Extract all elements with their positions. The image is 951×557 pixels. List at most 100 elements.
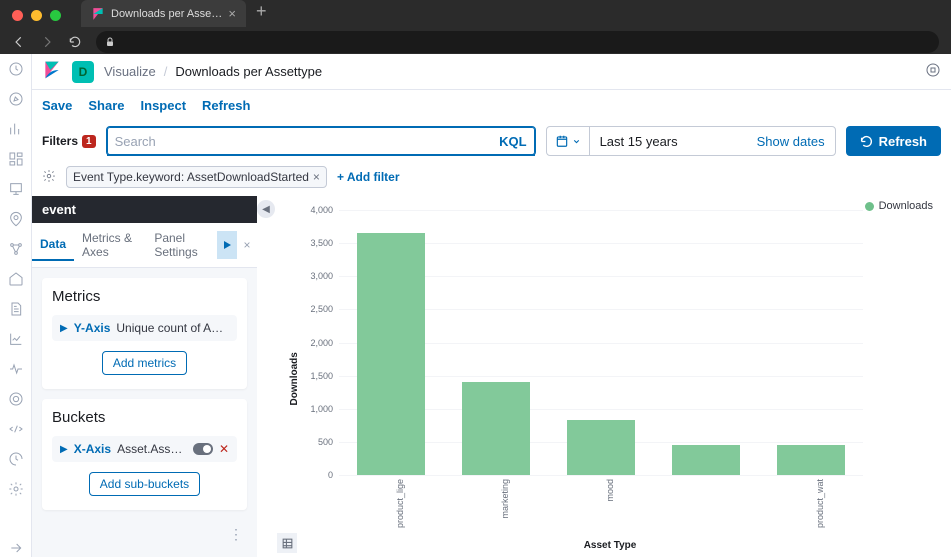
tab-data[interactable]: Data	[32, 229, 74, 261]
chart-bar[interactable]	[462, 382, 530, 475]
buckets-heading: Buckets	[52, 409, 237, 426]
chevron-right-icon: ▶	[60, 323, 68, 334]
maps-icon[interactable]	[7, 210, 25, 228]
infra-icon[interactable]	[7, 270, 25, 288]
maximize-window-icon[interactable]	[50, 10, 61, 21]
tab-panel-settings[interactable]: Panel Settings	[146, 223, 217, 267]
fullscreen-icon[interactable]	[925, 62, 941, 81]
refresh-icon	[860, 135, 873, 148]
chart-bar[interactable]	[777, 445, 845, 475]
search-input[interactable]: Search KQL	[106, 126, 536, 156]
new-tab-icon[interactable]: +	[256, 1, 267, 22]
x-tick-label: mood	[601, 479, 615, 502]
show-dates-link[interactable]: Show dates	[747, 134, 835, 149]
breadcrumb-app[interactable]: Visualize	[104, 64, 156, 79]
x-tick-label: product_lige	[391, 479, 405, 528]
tab-close-icon[interactable]: ×	[228, 6, 236, 21]
panel-tabs: Data Metrics & Axes Panel Settings ×	[32, 223, 257, 268]
siem-icon[interactable]	[7, 390, 25, 408]
visualize-icon[interactable]	[7, 120, 25, 138]
topbar: D Visualize / Downloads per Assettype	[32, 54, 951, 90]
chevron-right-icon: ▶	[60, 444, 68, 455]
y-axis-label: Downloads	[289, 352, 300, 405]
x-tick-label: product_wat	[811, 479, 825, 528]
kibana-favicon-icon	[91, 7, 105, 21]
apply-changes-icon[interactable]	[217, 231, 237, 259]
logs-icon[interactable]	[7, 300, 25, 318]
refresh-button[interactable]: Refresh	[846, 126, 941, 156]
bucket-x-axis-row[interactable]: ▶ X-Axis Asset.Asset Type Nam... ✕	[52, 436, 237, 462]
filter-pill[interactable]: Event Type.keyword: AssetDownloadStarted…	[66, 166, 327, 188]
chart-bar[interactable]	[357, 233, 425, 475]
inspect-button[interactable]: Inspect	[141, 98, 187, 113]
filters-label: Filters 1	[42, 134, 96, 148]
buckets-card: Buckets ▶ X-Axis Asset.Asset Type Nam...…	[42, 399, 247, 510]
reload-icon[interactable]	[68, 35, 82, 49]
y-tick-label: 0	[328, 470, 339, 480]
add-metrics-button[interactable]: Add metrics	[102, 351, 187, 375]
window-controls	[0, 0, 73, 27]
kibana-logo-icon[interactable]	[42, 60, 62, 83]
chevron-down-icon	[572, 137, 581, 146]
breadcrumb-page[interactable]: Downloads per Assettype	[175, 64, 322, 79]
add-sub-buckets-button[interactable]: Add sub-buckets	[89, 472, 200, 496]
filter-bar: Filters 1 Search KQL Last 15 years Show …	[32, 120, 951, 162]
discover-icon[interactable]	[7, 90, 25, 108]
lock-icon	[104, 36, 116, 48]
remove-filter-icon[interactable]: ×	[313, 170, 320, 184]
breadcrumb: Visualize / Downloads per Assettype	[104, 64, 322, 79]
collapse-panel-icon[interactable]: ◀	[257, 200, 275, 218]
panel-title: event	[32, 196, 257, 223]
chart-bar[interactable]	[567, 420, 635, 475]
metrics-heading: Metrics	[52, 288, 237, 305]
y-tick-label: 3,000	[310, 271, 339, 281]
toggle-bucket-icon[interactable]	[193, 443, 213, 455]
add-filter-button[interactable]: + Add filter	[337, 170, 400, 184]
address-bar[interactable]	[96, 31, 939, 53]
x-tick-label: marketing	[496, 479, 510, 519]
filter-pills-row: Event Type.keyword: AssetDownloadStarted…	[32, 162, 951, 196]
share-button[interactable]: Share	[88, 98, 124, 113]
browser-tab[interactable]: Downloads per Assettype - Kib… ×	[81, 0, 246, 27]
kql-toggle[interactable]: KQL	[499, 134, 526, 149]
tab-metrics-axes[interactable]: Metrics & Axes	[74, 223, 146, 267]
dashboard-icon[interactable]	[7, 150, 25, 168]
refresh-link[interactable]: Refresh	[202, 98, 250, 113]
filter-count-badge: 1	[82, 135, 96, 148]
chart-bar[interactable]	[672, 445, 740, 475]
forward-icon[interactable]	[40, 35, 54, 49]
calendar-icon[interactable]	[547, 127, 590, 155]
y-tick-label: 500	[318, 437, 339, 447]
uptime-icon[interactable]	[7, 360, 25, 378]
management-icon[interactable]	[7, 480, 25, 498]
apm-icon[interactable]	[7, 330, 25, 348]
more-options-icon[interactable]: ⋮	[42, 520, 247, 549]
metrics-card: Metrics ▶ Y-Axis Unique count of Asset I…	[42, 278, 247, 389]
discard-changes-icon[interactable]: ×	[237, 238, 257, 252]
search-placeholder: Search	[115, 134, 156, 149]
space-selector[interactable]: D	[72, 61, 94, 83]
monitoring-icon[interactable]	[7, 450, 25, 468]
devtools-icon[interactable]	[7, 420, 25, 438]
date-range-text: Last 15 years	[590, 134, 747, 149]
grid-line	[339, 475, 863, 476]
config-panel: event Data Metrics & Axes Panel Settings…	[32, 196, 257, 557]
date-picker[interactable]: Last 15 years Show dates	[546, 126, 836, 156]
y-tick-label: 1,000	[310, 404, 339, 414]
metric-y-axis-row[interactable]: ▶ Y-Axis Unique count of Asset Id	[52, 315, 237, 341]
filter-settings-icon[interactable]	[42, 169, 56, 186]
ml-icon[interactable]	[7, 240, 25, 258]
y-tick-label: 2,500	[310, 304, 339, 314]
x-axis-label: Asset Type	[584, 540, 637, 551]
back-icon[interactable]	[12, 35, 26, 49]
canvas-icon[interactable]	[7, 180, 25, 198]
chart: Downloads Asset Type 05001,0001,5002,000…	[285, 204, 935, 537]
y-tick-label: 4,000	[310, 205, 339, 215]
collapse-rail-icon[interactable]	[7, 539, 25, 557]
minimize-window-icon[interactable]	[31, 10, 42, 21]
save-button[interactable]: Save	[42, 98, 72, 113]
plot-area: 05001,0001,5002,0002,5003,0003,5004,000p…	[339, 210, 863, 475]
delete-bucket-icon[interactable]: ✕	[219, 442, 229, 456]
close-window-icon[interactable]	[12, 10, 23, 21]
recent-icon[interactable]	[7, 60, 25, 78]
